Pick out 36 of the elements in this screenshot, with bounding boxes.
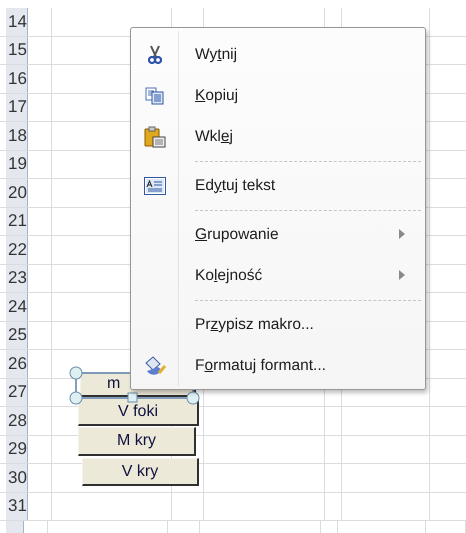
menu-item[interactable]: Wytnij	[195, 46, 238, 64]
row-header[interactable]: 31	[6, 492, 28, 520]
row-header[interactable]: 15	[6, 36, 28, 64]
row-header[interactable]: 27	[6, 378, 28, 406]
text-box-icon	[144, 176, 166, 194]
row-header[interactable]: 30	[6, 464, 28, 492]
row-header[interactable]: 17	[6, 94, 28, 121]
menu-item[interactable]: Kopiuj	[195, 86, 238, 104]
row-header[interactable]: 16	[6, 65, 28, 92]
row-header[interactable]: 14	[6, 8, 28, 36]
form-button[interactable]: V kry	[82, 458, 199, 486]
row-header[interactable]: 22	[6, 236, 28, 264]
row-header[interactable]: 24	[6, 293, 28, 320]
form-button[interactable]: M kry	[78, 427, 196, 456]
menu-item[interactable]: Formatuj formant...	[195, 356, 326, 374]
row-header[interactable]: 25	[6, 322, 28, 349]
submenu-arrow-icon	[399, 229, 405, 239]
row-header[interactable]: 20	[6, 179, 28, 206]
menu-item[interactable]: Wklej	[195, 128, 233, 146]
form-button[interactable]: V foki	[78, 398, 199, 426]
menu-item[interactable]: Kolejność	[195, 266, 262, 284]
scissors-icon	[148, 44, 162, 64]
row-header[interactable]: 28	[6, 407, 28, 434]
row-header[interactable]: 21	[6, 208, 28, 235]
submenu-arrow-icon	[399, 270, 405, 280]
row-header[interactable]: 26	[6, 350, 28, 378]
row-header[interactable]: 29	[6, 436, 28, 463]
row-header[interactable]: 18	[6, 122, 28, 150]
menu-item[interactable]: Grupowanie	[195, 226, 279, 244]
paint-bucket-icon	[143, 354, 167, 376]
copy-icon	[145, 86, 165, 104]
menu-item[interactable]: Przypisz makro...	[195, 316, 314, 334]
row-header[interactable]: 19	[6, 150, 28, 178]
row-header[interactable]: 23	[6, 264, 28, 292]
menu-item[interactable]: Edytuj tekst	[195, 176, 276, 194]
clipboard-icon	[144, 126, 166, 148]
